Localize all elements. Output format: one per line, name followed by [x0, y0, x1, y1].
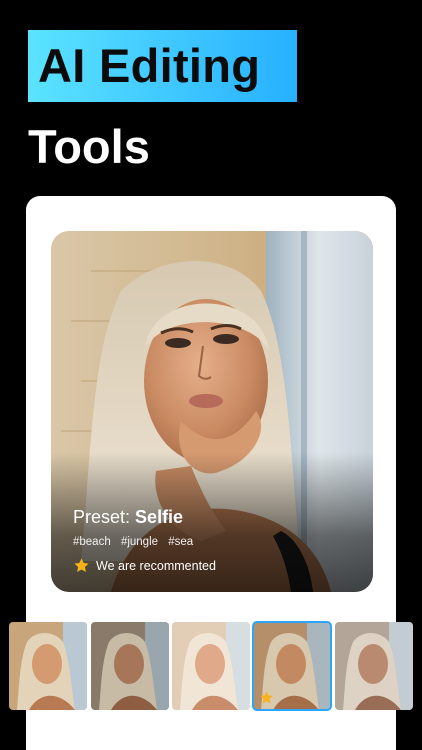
headline-highlight-text: AI Editing: [38, 39, 261, 92]
thumbnail-2[interactable]: [91, 622, 169, 710]
app-store-screenshot: AI Editing Tools Preset: Selfie #beach #…: [0, 0, 422, 750]
headline-second-line: Tools: [28, 120, 150, 173]
thumbnail-image: [172, 622, 250, 710]
preset-title: Preset: Selfie: [73, 507, 183, 528]
thumbnail-image: [91, 622, 169, 710]
tag-list: #beach #jungle #sea: [73, 536, 200, 548]
tag[interactable]: #jungle: [121, 536, 158, 548]
recommendation-text: We are recommented: [96, 558, 216, 573]
thumbnail-strip: [0, 621, 422, 711]
thumbnail-image: [9, 622, 87, 710]
preset-name: Selfie: [135, 507, 184, 527]
thumbnail-3[interactable]: [172, 622, 250, 710]
star-icon: [74, 558, 89, 572]
preset-label: Preset:: [73, 507, 131, 527]
main-photo[interactable]: Preset: Selfie #beach #jungle #sea We ar…: [51, 231, 373, 592]
thumbnail-1[interactable]: [9, 622, 87, 710]
star-icon: [260, 691, 273, 704]
thumbnail-4-selected[interactable]: [252, 621, 332, 711]
tag[interactable]: #beach: [73, 536, 111, 548]
recommendation-row: We are recommented: [73, 557, 216, 574]
thumbnail-image: [335, 622, 413, 710]
thumbnail-5[interactable]: [335, 622, 413, 710]
tag[interactable]: #sea: [168, 536, 193, 548]
